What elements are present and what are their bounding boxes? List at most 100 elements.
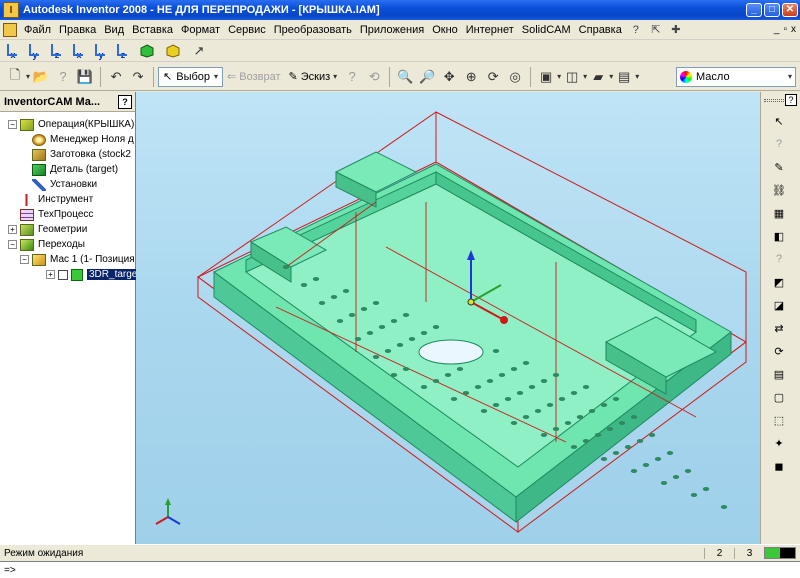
close-button[interactable]: ✕ (782, 3, 798, 17)
hole (618, 421, 626, 425)
help-button[interactable]: ? (118, 94, 132, 109)
collapse-icon[interactable]: − (20, 255, 29, 264)
tree-item-target[interactable]: Деталь (target) (0, 162, 135, 177)
menu-insert[interactable]: Вставка (128, 24, 177, 36)
constraint-icon[interactable]: ◩ (770, 273, 788, 291)
select-mode-dropdown[interactable]: ↖ Выбор ▾ (158, 66, 224, 87)
expand-icon[interactable]: + (46, 270, 55, 279)
help-arrow-icon[interactable]: ? (341, 66, 363, 88)
help-arrow-icon[interactable]: ? (770, 135, 788, 153)
chain-icon[interactable]: ⛓ (770, 181, 788, 199)
tree-item-zero-manager[interactable]: Менеджер Ноля д (0, 132, 135, 147)
view-neg-z-axis-icon[interactable]: z (114, 42, 132, 60)
chevron-down-icon[interactable]: ▾ (635, 72, 639, 81)
shadow-icon[interactable]: ▰ (587, 66, 609, 88)
new-file-icon[interactable]: 🗋 (4, 66, 26, 88)
material-label: Масло (696, 70, 730, 83)
box-icon[interactable]: ◼ (770, 457, 788, 475)
tree-item-process[interactable]: ТехПроцесс (0, 207, 135, 222)
tree-item-settings[interactable]: Установки (0, 177, 135, 192)
hole (540, 379, 548, 383)
zoom-icon[interactable]: 🔎 (416, 66, 438, 88)
look-at-icon[interactable]: ◎ (504, 66, 526, 88)
tree-item-geometries[interactable]: + Геометрии (0, 222, 135, 237)
tree-item-mac[interactable]: − Мас 1 (1- Позиция (0, 252, 135, 267)
undo-icon[interactable]: ↶ (105, 66, 127, 88)
plus-icon[interactable]: ✚ (668, 22, 684, 38)
iso-view-alt-icon[interactable] (162, 40, 184, 62)
grip-handle[interactable] (764, 98, 784, 102)
mirror-icon[interactable]: ◧ (770, 227, 788, 245)
menu-window[interactable]: Окно (428, 24, 462, 36)
maximize-button[interactable]: □ (764, 3, 780, 17)
help-button[interactable]: ? (785, 94, 797, 106)
save-icon[interactable]: 💾 (74, 66, 96, 88)
place-icon[interactable]: ▢ (770, 388, 788, 406)
return-button[interactable]: ⇐ Возврат (223, 67, 284, 87)
menu-applications[interactable]: Приложения (356, 24, 428, 36)
center-slot (418, 339, 484, 365)
collapse-icon[interactable]: − (8, 120, 17, 129)
collapse-icon[interactable]: − (8, 240, 17, 249)
redo-icon[interactable]: ↷ (127, 66, 149, 88)
tree-item-operation[interactable]: − Операция(КРЫШКА) (0, 117, 135, 132)
rotate-icon[interactable]: ⟳ (770, 342, 788, 360)
menu-internet[interactable]: Интернет (462, 24, 518, 36)
view-y-axis-icon[interactable]: y (26, 42, 44, 60)
zoom-all-icon[interactable]: 🔍 (394, 66, 416, 88)
tree-item-label: Мас 1 (1- Позиция (50, 254, 135, 265)
mdi-restore-button[interactable]: ▫ (783, 24, 787, 35)
pattern-icon[interactable]: ▦ (770, 204, 788, 222)
help-arrow-icon[interactable]: ? (770, 250, 788, 268)
menu-file[interactable]: Файл (20, 24, 55, 36)
select-icon[interactable]: ↖ (770, 112, 788, 130)
move-icon[interactable]: ⇄ (770, 319, 788, 337)
pan-icon[interactable]: ✥ (438, 66, 460, 88)
sketch-icon[interactable]: ⬚ (770, 411, 788, 429)
menu-tools[interactable]: Сервис (224, 24, 270, 36)
axis-orient-icon[interactable]: ↗ (188, 40, 210, 62)
view-neg-x-axis-icon[interactable]: x (70, 42, 88, 60)
perspective-icon[interactable]: ◫ (561, 66, 583, 88)
graphics-viewport[interactable] (136, 92, 760, 544)
sketch-label: Эскиз (300, 70, 331, 83)
view-x-axis-icon[interactable]: x (4, 42, 22, 60)
help-pointer-icon[interactable]: ⇱ (648, 22, 664, 38)
expand-icon[interactable]: + (8, 225, 17, 234)
view-z-axis-icon[interactable]: z (48, 42, 66, 60)
inventor-app-icon[interactable]: I (3, 2, 19, 18)
tree-item-tools[interactable]: Инструмент (0, 192, 135, 207)
component-icon[interactable]: ◪ (770, 296, 788, 314)
checkbox[interactable] (58, 269, 68, 280)
tree-item-moves[interactable]: − Переходы (0, 237, 135, 252)
menu-convert[interactable]: Преобразовать (270, 24, 356, 36)
zoom-window-icon[interactable]: ⊕ (460, 66, 482, 88)
sketch-button[interactable]: ✎ Эскиз ▾ (285, 67, 342, 87)
iso-view-icon[interactable] (136, 40, 158, 62)
point-icon[interactable]: ✦ (770, 434, 788, 452)
help-question-icon[interactable]: ? (628, 22, 644, 38)
menu-format[interactable]: Формат (177, 24, 224, 36)
display-mode-icon[interactable]: ▣ (535, 66, 557, 88)
rotate-view-icon[interactable]: ⟳ (482, 66, 504, 88)
help-arrow-icon[interactable]: ? (52, 66, 74, 88)
grid-icon[interactable]: ▤ (770, 365, 788, 383)
menu-edit[interactable]: Правка (55, 24, 100, 36)
command-line[interactable]: => (0, 561, 800, 578)
tree-item-label: Заготовка (stock2 (50, 149, 131, 160)
view-neg-y-axis-icon[interactable]: y (92, 42, 110, 60)
menu-solidcam[interactable]: SolidCAM (518, 24, 575, 36)
update-icon[interactable]: ⟲ (363, 66, 385, 88)
section-view-icon[interactable]: ▤ (613, 66, 635, 88)
tree-item-3dr-target[interactable]: + 3DR_targe (0, 267, 140, 282)
edit-icon[interactable]: ✎ (770, 158, 788, 176)
document-icon[interactable] (3, 22, 17, 37)
mdi-minimize-button[interactable]: _ (774, 24, 780, 35)
menu-help[interactable]: Справка (575, 24, 626, 36)
mdi-close-button[interactable]: x (791, 24, 796, 35)
material-color-dropdown[interactable]: Масло ▾ (676, 66, 796, 87)
open-file-icon[interactable]: 📂 (30, 66, 52, 88)
tree-item-stock[interactable]: Заготовка (stock2 (0, 147, 135, 162)
minimize-button[interactable]: _ (746, 3, 762, 17)
menu-view[interactable]: Вид (100, 24, 128, 36)
